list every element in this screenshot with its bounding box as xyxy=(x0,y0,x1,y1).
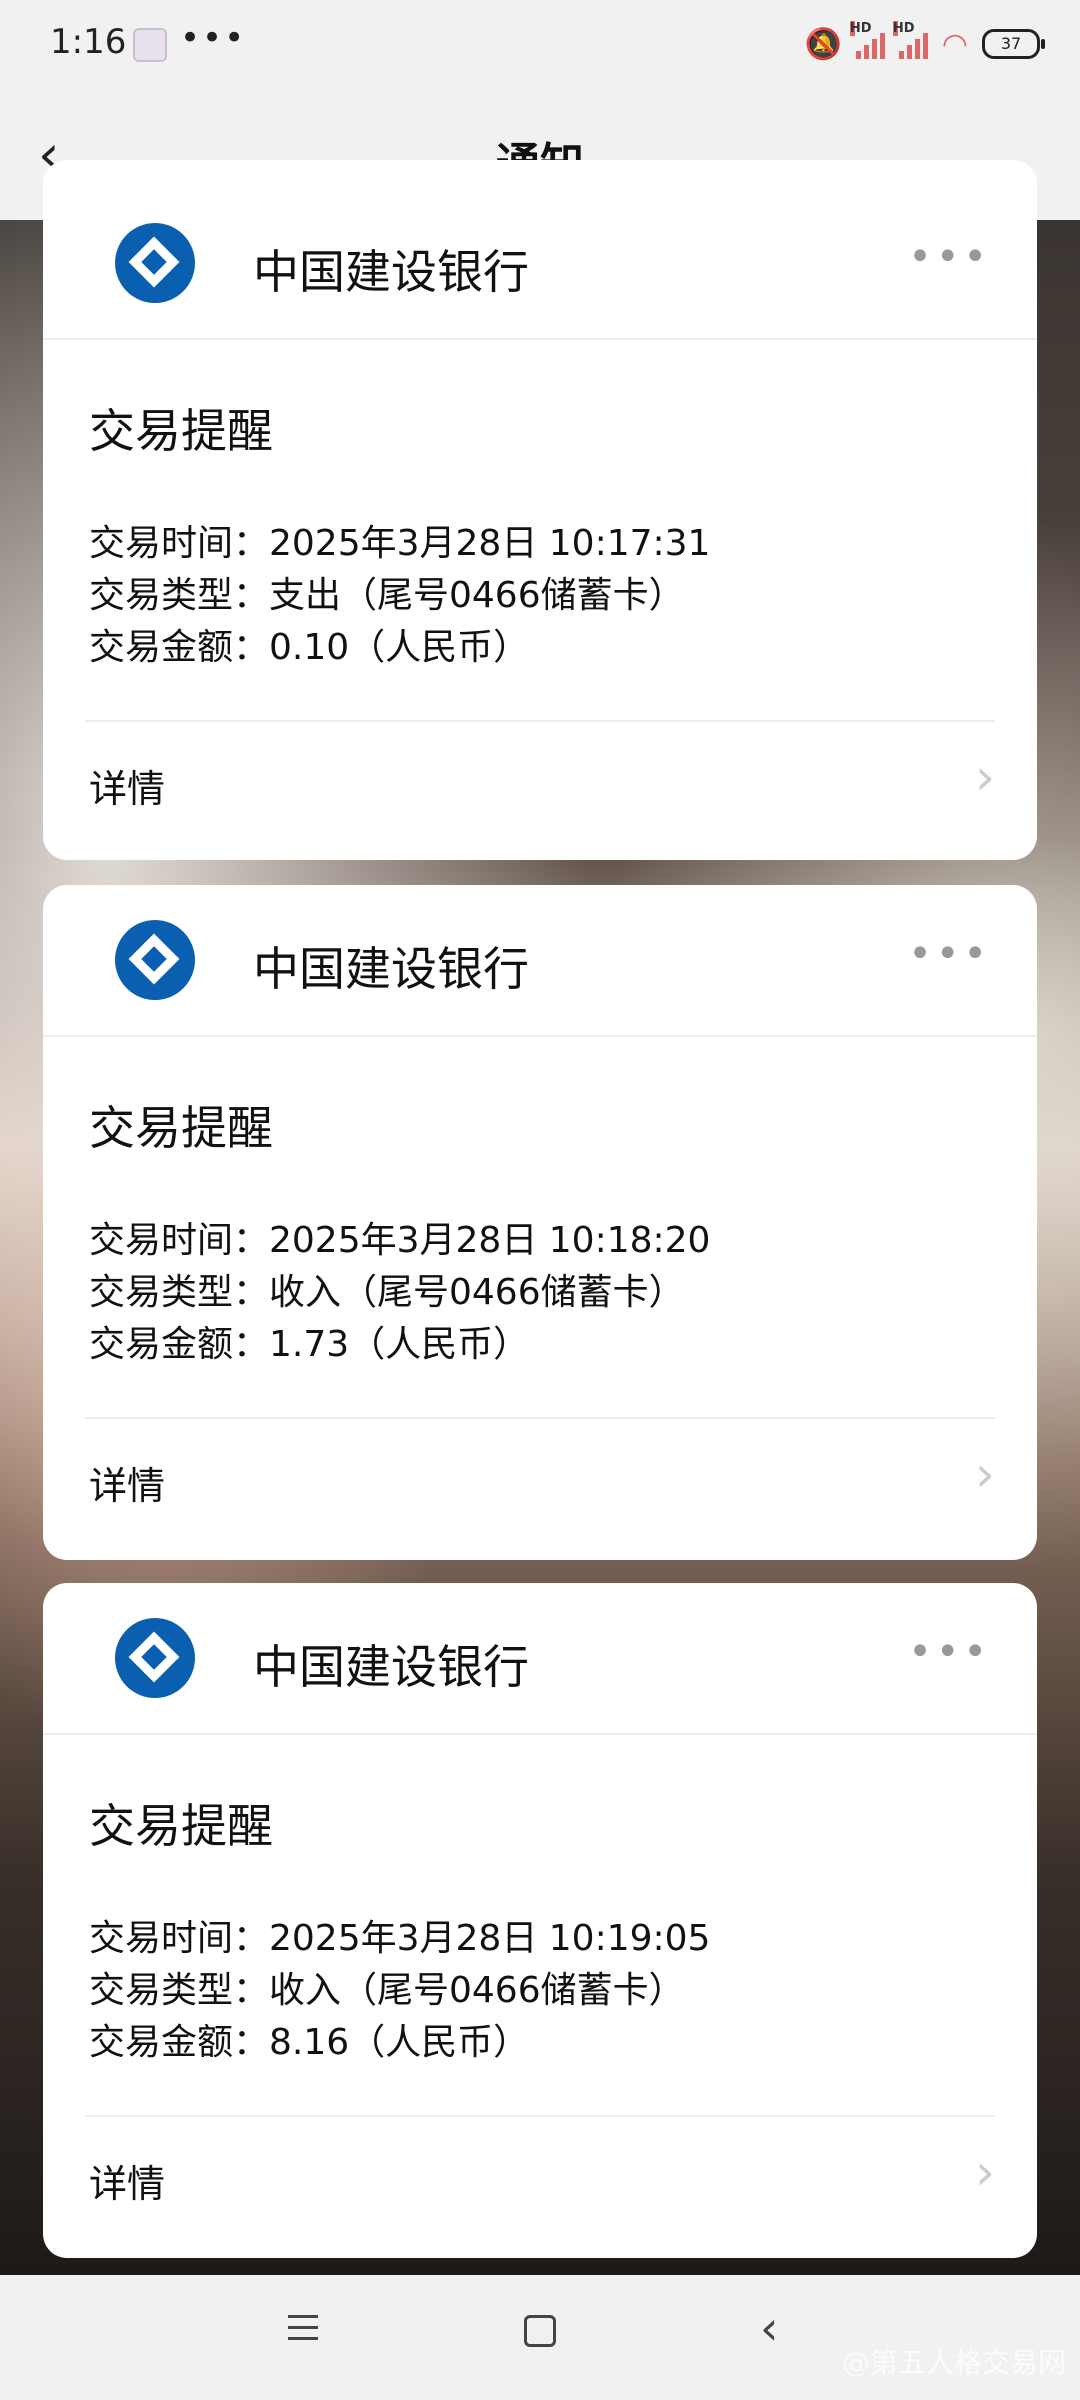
notification-card: 中国建设银行 ••• 交易提醒 交易时间：2025年3月28日 10:18:20… xyxy=(43,885,1037,1560)
card-header: 中国建设银行 ••• xyxy=(43,160,1037,340)
notification-card: 中国建设银行 ••• 交易提醒 交易时间：2025年3月28日 10:17:31… xyxy=(43,160,1037,860)
more-icon[interactable]: ••• xyxy=(908,234,991,280)
wifi-icon: ◠ xyxy=(941,26,968,62)
details-label: 详情 xyxy=(89,767,166,811)
details-row[interactable]: 详情 › xyxy=(43,1419,1037,1535)
more-icon[interactable]: ••• xyxy=(908,931,991,977)
signal-icon: HD xyxy=(892,21,928,59)
details-label: 详情 xyxy=(89,2162,166,2206)
card-title: 交易提醒 xyxy=(89,1101,273,1155)
bank-name: 中国建设银行 xyxy=(253,1640,529,1694)
app-notification-icon xyxy=(133,28,167,62)
bell-muted-icon: 🔕 xyxy=(804,26,842,62)
card-title: 交易提醒 xyxy=(89,404,273,458)
transaction-type: 交易类型：收入（尾号0466储蓄卡） xyxy=(89,1272,685,1313)
card-lines: 交易时间：2025年3月28日 10:18:20 交易类型：收入（尾号0466储… xyxy=(89,1215,1037,1371)
details-row[interactable]: 详情 › xyxy=(43,2117,1037,2233)
back-nav-icon[interactable]: ‹ xyxy=(760,2301,778,2355)
bank-logo-icon xyxy=(115,223,195,303)
card-lines: 交易时间：2025年3月28日 10:19:05 交易类型：收入（尾号0466储… xyxy=(89,1913,1037,2069)
hd-label: HD xyxy=(849,21,872,36)
card-body: 交易提醒 交易时间：2025年3月28日 10:17:31 交易类型：支出（尾号… xyxy=(43,400,1037,674)
card-body: 交易提醒 交易时间：2025年3月28日 10:18:20 交易类型：收入（尾号… xyxy=(43,1097,1037,1371)
bank-name: 中国建设银行 xyxy=(253,942,529,996)
card-lines: 交易时间：2025年3月28日 10:17:31 交易类型：支出（尾号0466储… xyxy=(89,518,1037,674)
notification-card: 中国建设银行 ••• 交易提醒 交易时间：2025年3月28日 10:19:05… xyxy=(43,1583,1037,2258)
chevron-right-icon: › xyxy=(975,2143,995,2201)
transaction-amount: 交易金额：0.10（人民币） xyxy=(89,627,530,668)
details-label: 详情 xyxy=(89,1464,166,1508)
chevron-right-icon: › xyxy=(975,748,995,806)
bank-name: 中国建设银行 xyxy=(253,245,529,299)
transaction-time: 交易时间：2025年3月28日 10:19:05 xyxy=(89,1918,711,1959)
card-title: 交易提醒 xyxy=(89,1799,273,1853)
status-icons: 🔕 HD HD ◠ 37 xyxy=(804,21,1045,64)
details-row[interactable]: 详情 › xyxy=(43,722,1037,838)
card-body: 交易提醒 交易时间：2025年3月28日 10:19:05 交易类型：收入（尾号… xyxy=(43,1795,1037,2069)
card-header: 中国建设银行 ••• xyxy=(43,1583,1037,1735)
home-icon[interactable] xyxy=(524,2315,556,2347)
bank-logo-icon xyxy=(115,1618,195,1698)
more-icon[interactable]: ••• xyxy=(908,1629,991,1675)
transaction-amount: 交易金额：1.73（人民币） xyxy=(89,1324,530,1365)
transaction-type: 交易类型：收入（尾号0466储蓄卡） xyxy=(89,1970,685,2011)
status-time: 1:16 xyxy=(50,22,127,62)
transaction-type: 交易类型：支出（尾号0466储蓄卡） xyxy=(89,575,685,616)
chevron-right-icon: › xyxy=(975,1445,995,1503)
battery-icon: 37 xyxy=(982,29,1045,59)
card-header: 中国建设银行 ••• xyxy=(43,885,1037,1037)
menu-icon[interactable] xyxy=(288,2315,318,2341)
transaction-time: 交易时间：2025年3月28日 10:17:31 xyxy=(89,523,711,564)
status-more-dots: ••• xyxy=(180,18,247,58)
transaction-time: 交易时间：2025年3月28日 10:18:20 xyxy=(89,1220,711,1261)
watermark: @第五人格交易网 xyxy=(841,2346,1066,2379)
navigation-bar: ‹ @第五人格交易网 xyxy=(0,2275,1080,2400)
status-bar: 1:16 ••• 🔕 HD HD ◠ 37 xyxy=(0,0,1080,90)
signal-icon: HD xyxy=(849,21,885,59)
transaction-amount: 交易金额：8.16（人民币） xyxy=(89,2022,530,2063)
bank-logo-icon xyxy=(115,920,195,1000)
hd-label: HD xyxy=(892,21,915,36)
